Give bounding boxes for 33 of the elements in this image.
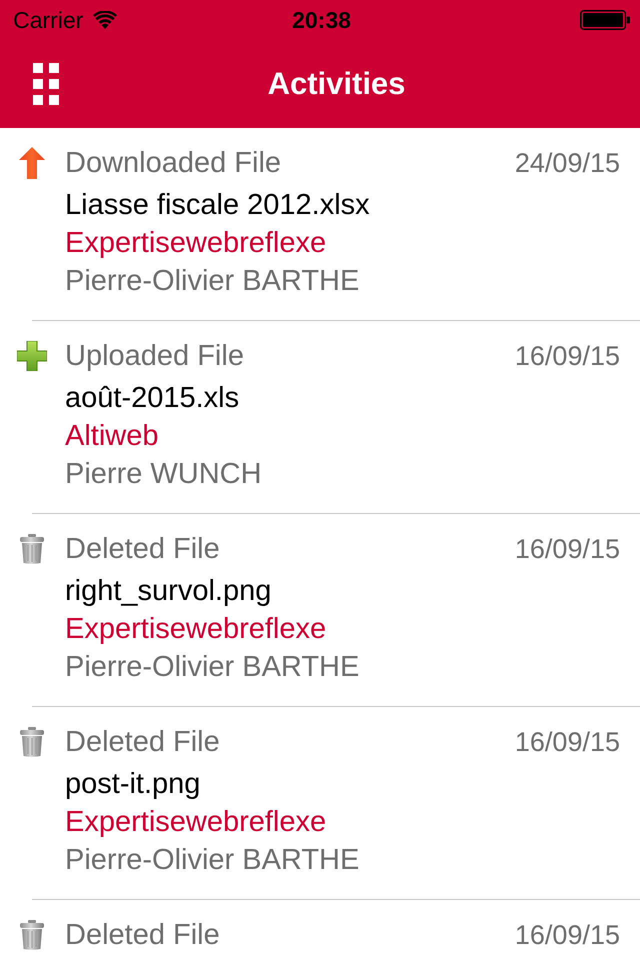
trash-can-icon [20,534,44,564]
user-name: Pierre-Olivier BARTHE [65,843,360,878]
file-name: août-2015.xls [65,381,240,416]
status-time: 20:38 [292,6,351,34]
activity-type: Downloaded File [65,146,282,181]
activity-date: 16/09/15 [514,919,620,952]
activity-type: Uploaded File [65,339,245,374]
user-name: Pierre-Olivier BARTHE [65,650,360,685]
workspace-name: Expertisewebreflexe [65,226,328,261]
file-name: post-it.png [65,767,202,802]
trash-can-icon [20,727,44,757]
wifi-icon [93,11,118,29]
activity-type: Deleted File [65,532,221,567]
arrow-up-icon [18,147,44,179]
nav-title: Activities [268,66,406,102]
activity-date: 24/09/15 [514,147,620,180]
activity-date: 16/09/15 [514,726,620,759]
user-name: Pierre WUNCH [65,457,263,492]
trash-can-icon [20,920,44,950]
battery-icon [580,10,630,30]
workspace-name: Altiweb [65,419,160,454]
plus-icon [16,341,46,371]
activity-date: 16/09/15 [514,533,620,566]
workspace-name: Expertisewebreflexe [65,612,328,647]
user-name: Pierre-Olivier BARTHE [65,264,360,299]
file-name: Liasse fiscale 2012.xlsx [65,188,371,223]
grid-menu-icon[interactable] [33,63,59,105]
activity-type: Deleted File [65,918,221,953]
activity-date: 16/09/15 [514,340,620,373]
activity-type: Deleted File [65,725,221,760]
carrier-label: Carrier [13,6,84,34]
workspace-name: Expertisewebreflexe [65,805,328,840]
file-name: right_survol.png [65,574,272,609]
